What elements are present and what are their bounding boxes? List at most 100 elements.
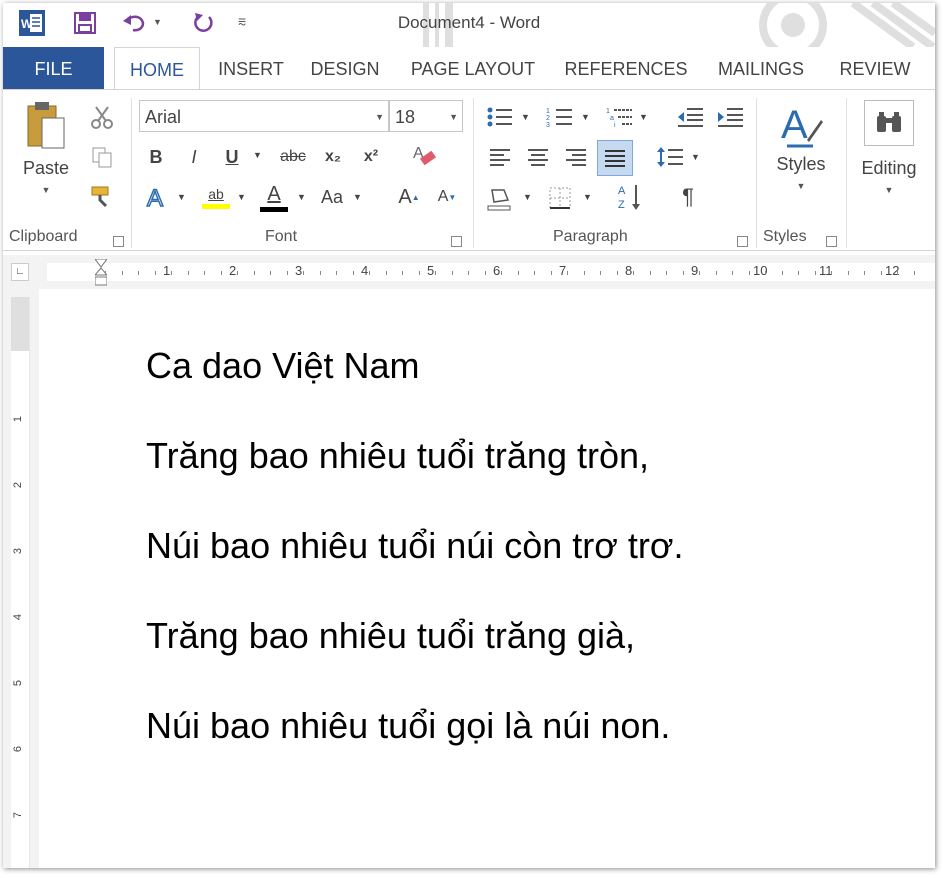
shrink-font-button[interactable]: A ▼	[433, 182, 461, 212]
styles-launcher-icon[interactable]	[826, 236, 837, 247]
copy-icon[interactable]	[87, 142, 117, 172]
styles-button[interactable]: A Styles ▼	[763, 100, 839, 212]
underline-dropdown-icon[interactable]: ▼	[253, 150, 262, 160]
bold-button[interactable]: B	[143, 142, 169, 172]
text-effects-dropdown-icon[interactable]: ▼	[177, 192, 186, 202]
shading-dropdown-icon[interactable]: ▼	[523, 192, 532, 202]
tab-insert[interactable]: INSERT	[211, 47, 291, 89]
svg-text:A: A	[781, 103, 808, 147]
line-spacing-icon[interactable]	[653, 140, 687, 174]
superscript-button[interactable]: x²	[357, 142, 385, 172]
svg-text:i: i	[614, 122, 616, 129]
tab-file[interactable]: FILE	[3, 47, 104, 89]
group-label-paragraph: Paragraph	[553, 228, 628, 245]
editing-dropdown-icon: ▼	[884, 185, 894, 195]
ruler-tick	[154, 271, 156, 275]
document-page[interactable]: Ca dao Việt Nam Trăng bao nhiêu tuổi tră…	[47, 289, 935, 868]
ribbon-tabs: FILE HOME INSERT DESIGN PAGE LAYOUT REFE…	[3, 47, 935, 90]
tab-selector-icon[interactable]: ∟	[11, 263, 29, 281]
borders-icon[interactable]	[543, 182, 577, 214]
show-formatting-marks-button[interactable]: ¶	[673, 182, 703, 212]
change-case-button[interactable]: Aa	[315, 182, 349, 212]
bullets-icon[interactable]	[483, 102, 517, 132]
strikethrough-button[interactable]: abc	[275, 142, 311, 172]
tab-references[interactable]: REFERENCES	[563, 47, 689, 89]
paragraph-launcher-icon[interactable]	[737, 236, 748, 247]
ruler-tick	[286, 271, 288, 275]
editing-button[interactable]: Editing ▼	[851, 100, 927, 212]
word-window: W ▼ ⩳ Document4 - Word FILE HOME INSERT …	[3, 3, 935, 868]
editing-label: Editing	[861, 158, 917, 178]
svg-text:A: A	[147, 185, 163, 212]
subscript-button[interactable]: x₂	[319, 142, 347, 172]
text-effects-icon[interactable]: A	[143, 182, 173, 214]
tab-review[interactable]: REVIEW	[833, 47, 917, 89]
clipboard-launcher-icon[interactable]	[113, 236, 124, 247]
justify-icon[interactable]	[597, 140, 633, 176]
horizontal-ruler[interactable]: ∟ 1 2 3 4 5 6 7 8 9 10 11 12	[3, 255, 935, 289]
tab-design[interactable]: DESIGN	[303, 47, 387, 89]
highlight-dropdown-icon[interactable]: ▼	[237, 192, 246, 202]
styles-label: Styles	[776, 154, 826, 174]
document-line[interactable]: Trăng bao nhiêu tuổi trăng tròn,	[146, 435, 649, 477]
bullets-dropdown-icon[interactable]: ▼	[521, 112, 530, 122]
align-right-icon[interactable]	[559, 140, 593, 174]
vruler-number: 4	[12, 613, 25, 621]
sort-icon[interactable]: AZ	[613, 180, 647, 214]
ruler-number: 3	[295, 263, 303, 278]
grow-font-button[interactable]: A ▲	[395, 182, 423, 212]
font-name-combo[interactable]: Arial ▼	[139, 100, 389, 132]
tab-home[interactable]: HOME	[114, 47, 200, 90]
multilevel-dropdown-icon[interactable]: ▼	[639, 112, 648, 122]
paste-button[interactable]: Paste ▼	[11, 100, 81, 210]
align-center-icon[interactable]	[521, 140, 555, 174]
font-size-combo[interactable]: 18 ▼	[389, 100, 463, 132]
font-color-dropdown-icon[interactable]: ▼	[297, 192, 306, 202]
increase-indent-icon[interactable]	[713, 102, 747, 132]
font-color-button[interactable]: A	[257, 180, 291, 214]
ruler-number: 8	[625, 263, 633, 278]
line-spacing-dropdown-icon[interactable]: ▼	[691, 152, 700, 162]
document-line[interactable]: Núi bao nhiêu tuổi gọi là núi non.	[146, 705, 670, 747]
borders-dropdown-icon[interactable]: ▼	[583, 192, 592, 202]
italic-button[interactable]: I	[181, 142, 207, 172]
grow-font-letter: A	[398, 185, 412, 208]
document-line[interactable]: Trăng bao nhiêu tuổi trăng già,	[146, 615, 635, 657]
format-painter-icon[interactable]	[87, 182, 117, 212]
text-highlight-button[interactable]: ab	[199, 180, 233, 214]
tab-page-layout[interactable]: PAGE LAYOUT	[403, 47, 543, 89]
underline-button[interactable]: U	[219, 142, 245, 172]
decrease-indent-icon[interactable]	[673, 102, 707, 132]
cut-icon[interactable]	[87, 102, 117, 132]
font-launcher-icon[interactable]	[451, 236, 462, 247]
ruler-number: 9	[691, 263, 699, 278]
font-size-dropdown-icon[interactable]: ▼	[449, 101, 458, 133]
shrink-font-arrow-icon: ▼	[448, 192, 457, 202]
ruler-tick	[105, 271, 106, 275]
numbering-dropdown-icon[interactable]: ▼	[581, 112, 590, 122]
vertical-ruler[interactable]: 1 2 3 4 5 6 7	[11, 297, 30, 868]
document-line[interactable]: Núi bao nhiêu tuổi núi còn trơ trơ.	[146, 525, 684, 567]
ruler-tick	[484, 271, 486, 275]
group-label-styles: Styles	[763, 228, 807, 245]
document-heading[interactable]: Ca dao Việt Nam	[146, 345, 419, 387]
ruler-tick	[204, 271, 205, 275]
multilevel-list-icon[interactable]: 1ai	[603, 102, 637, 132]
ruler-tick	[121, 271, 123, 275]
ruler-tick	[336, 271, 337, 275]
clear-formatting-icon[interactable]: A	[409, 140, 441, 172]
ruler-tick	[616, 271, 618, 275]
font-name-value: Arial	[145, 107, 182, 127]
numbering-icon[interactable]: 123	[543, 102, 577, 132]
ruler-tick	[187, 271, 189, 275]
change-case-dropdown-icon[interactable]: ▼	[353, 192, 362, 202]
vruler-number: 7	[12, 811, 25, 819]
font-name-dropdown-icon[interactable]: ▼	[375, 101, 384, 133]
ruler-tick	[171, 271, 172, 275]
tab-mailings[interactable]: MAILINGS	[708, 47, 814, 89]
ruler-number: 1	[163, 263, 171, 278]
align-left-icon[interactable]	[483, 140, 517, 174]
shrink-font-letter: A	[437, 188, 449, 205]
ruler-tick	[435, 271, 436, 275]
shading-icon[interactable]	[483, 182, 517, 214]
